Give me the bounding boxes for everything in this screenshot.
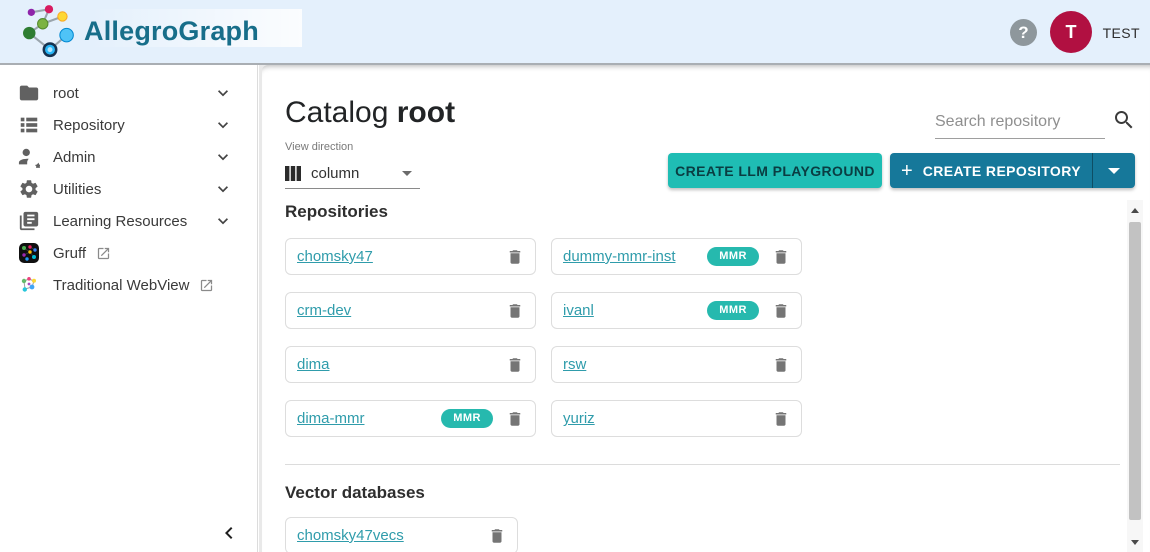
repository-link[interactable]: rsw	[563, 356, 586, 373]
search-icon[interactable]	[1111, 107, 1137, 133]
sidebar-item-label: root	[53, 84, 79, 102]
sidebar-item-label: Learning Resources	[53, 212, 188, 230]
repository-link[interactable]: dima	[297, 356, 330, 373]
title-prefix: Catalog	[285, 96, 389, 129]
app-logo[interactable]: AllegroGraph	[22, 3, 259, 59]
external-link-icon	[96, 246, 111, 261]
create-llm-playground-button[interactable]: CREATE LLM PLAYGROUND	[668, 153, 882, 188]
chevron-down-icon[interactable]	[213, 83, 233, 103]
chevron-down-icon[interactable]	[213, 147, 233, 167]
webview-molecule-icon	[18, 274, 40, 296]
create-repository-button[interactable]: + CREATE REPOSITORY	[890, 153, 1092, 188]
vector-database-link[interactable]: chomsky47vecs	[297, 527, 404, 544]
scrollbar-thumb[interactable]	[1129, 222, 1141, 520]
repository-link[interactable]: chomsky47	[297, 248, 373, 265]
vector-databases-grid: chomsky47vecs	[285, 517, 1120, 552]
caret-down-icon	[1108, 167, 1120, 174]
app-name: AllegroGraph	[84, 15, 259, 46]
trash-icon[interactable]	[772, 410, 790, 428]
repository-link[interactable]: dima-mmr	[297, 410, 365, 427]
title-catalog-name: root	[396, 96, 456, 129]
sidebar-item-label: Utilities	[53, 180, 102, 198]
sidebar-item-label: Admin	[53, 148, 96, 166]
library-icon	[18, 210, 40, 232]
gruff-icon	[18, 242, 40, 264]
repository-card: ivanl MMR	[551, 292, 802, 329]
chevron-left-icon	[225, 527, 233, 539]
repository-link[interactable]: crm-dev	[297, 302, 351, 319]
repository-card: crm-dev	[285, 292, 536, 329]
vector-database-card: chomsky47vecs	[285, 517, 518, 552]
section-divider	[285, 464, 1120, 465]
molecule-logo-icon	[23, 5, 74, 58]
repository-link[interactable]: ivanl	[563, 302, 594, 319]
gear-icon	[18, 178, 40, 200]
chevron-down-icon[interactable]	[213, 115, 233, 135]
sidebar-item-utilities[interactable]: Utilities	[0, 173, 257, 205]
trash-icon[interactable]	[488, 527, 506, 545]
trash-icon[interactable]	[506, 410, 524, 428]
catalog-scroll-area: Repositories chomsky47 crm-dev dima dima…	[262, 200, 1120, 552]
view-direction-value: column	[311, 165, 360, 182]
repository-card: chomsky47	[285, 238, 536, 275]
select-caret-icon	[402, 171, 412, 176]
create-repository-dropdown-button[interactable]	[1093, 153, 1135, 188]
mmr-badge: MMR	[707, 247, 759, 266]
app-header: AllegroGraph ? T TEST	[0, 0, 1150, 65]
repository-link[interactable]: dummy-mmr-inst	[563, 248, 676, 265]
repositories-grid: chomsky47 crm-dev dima dima-mmr MMR dumm…	[285, 238, 1120, 437]
main-area: Catalog root View direction column CREAT…	[259, 65, 1150, 552]
column-view-icon	[285, 166, 301, 181]
search-input[interactable]	[935, 109, 1105, 139]
page-title: Catalog root	[285, 96, 455, 130]
sidebar-item-gruff[interactable]: Gruff	[0, 237, 257, 269]
sidebar-item-label: Gruff	[53, 244, 87, 262]
sidebar-collapse-button[interactable]	[212, 516, 246, 550]
plus-icon: +	[901, 159, 913, 182]
repository-card: dummy-mmr-inst MMR	[551, 238, 802, 275]
create-repository-label: CREATE REPOSITORY	[922, 162, 1081, 179]
repositories-heading: Repositories	[285, 202, 388, 221]
trash-icon[interactable]	[506, 302, 524, 320]
sidebar-item-repository[interactable]: Repository	[0, 109, 257, 141]
trash-icon[interactable]	[506, 356, 524, 374]
user-avatar[interactable]: T	[1050, 11, 1092, 53]
create-repository-split-button: + CREATE REPOSITORY	[890, 153, 1135, 188]
scrollbar[interactable]	[1127, 200, 1143, 552]
scrollbar-up-arrow[interactable]	[1127, 202, 1143, 218]
view-direction-select[interactable]: column	[285, 159, 420, 189]
vector-databases-heading: Vector databases	[285, 483, 425, 502]
sidebar-nav: root Repository Admin Utilities Learning…	[0, 65, 258, 552]
sidebar-item-learning-resources[interactable]: Learning Resources	[0, 205, 257, 237]
trash-icon[interactable]	[772, 248, 790, 266]
chevron-down-icon[interactable]	[213, 211, 233, 231]
view-direction-label: View direction	[285, 141, 354, 153]
storage-icon	[18, 114, 40, 136]
mmr-badge: MMR	[707, 301, 759, 320]
repository-card: dima	[285, 346, 536, 383]
external-link-icon	[199, 278, 214, 293]
sidebar-item-root[interactable]: root	[0, 77, 257, 109]
sidebar-item-label: Traditional WebView	[53, 276, 190, 294]
sidebar-item-traditional-webview[interactable]: Traditional WebView	[0, 269, 257, 301]
help-button[interactable]: ?	[1010, 19, 1037, 46]
repository-card: yuriz	[551, 400, 802, 437]
repository-card: rsw	[551, 346, 802, 383]
trash-icon[interactable]	[772, 302, 790, 320]
trash-icon[interactable]	[772, 356, 790, 374]
scrollbar-down-arrow[interactable]	[1127, 534, 1143, 550]
mmr-badge: MMR	[441, 409, 493, 428]
sidebar-item-admin[interactable]: Admin	[0, 141, 257, 173]
repository-link[interactable]: yuriz	[563, 410, 595, 427]
catalog-card: Catalog root View direction column CREAT…	[262, 65, 1150, 552]
admin-user-gear-icon	[18, 146, 40, 168]
folder-icon	[18, 82, 40, 104]
repository-card: dima-mmr MMR	[285, 400, 536, 437]
user-name: TEST	[1102, 24, 1140, 41]
sidebar-item-label: Repository	[53, 116, 125, 134]
chevron-down-icon[interactable]	[213, 179, 233, 199]
trash-icon[interactable]	[506, 248, 524, 266]
